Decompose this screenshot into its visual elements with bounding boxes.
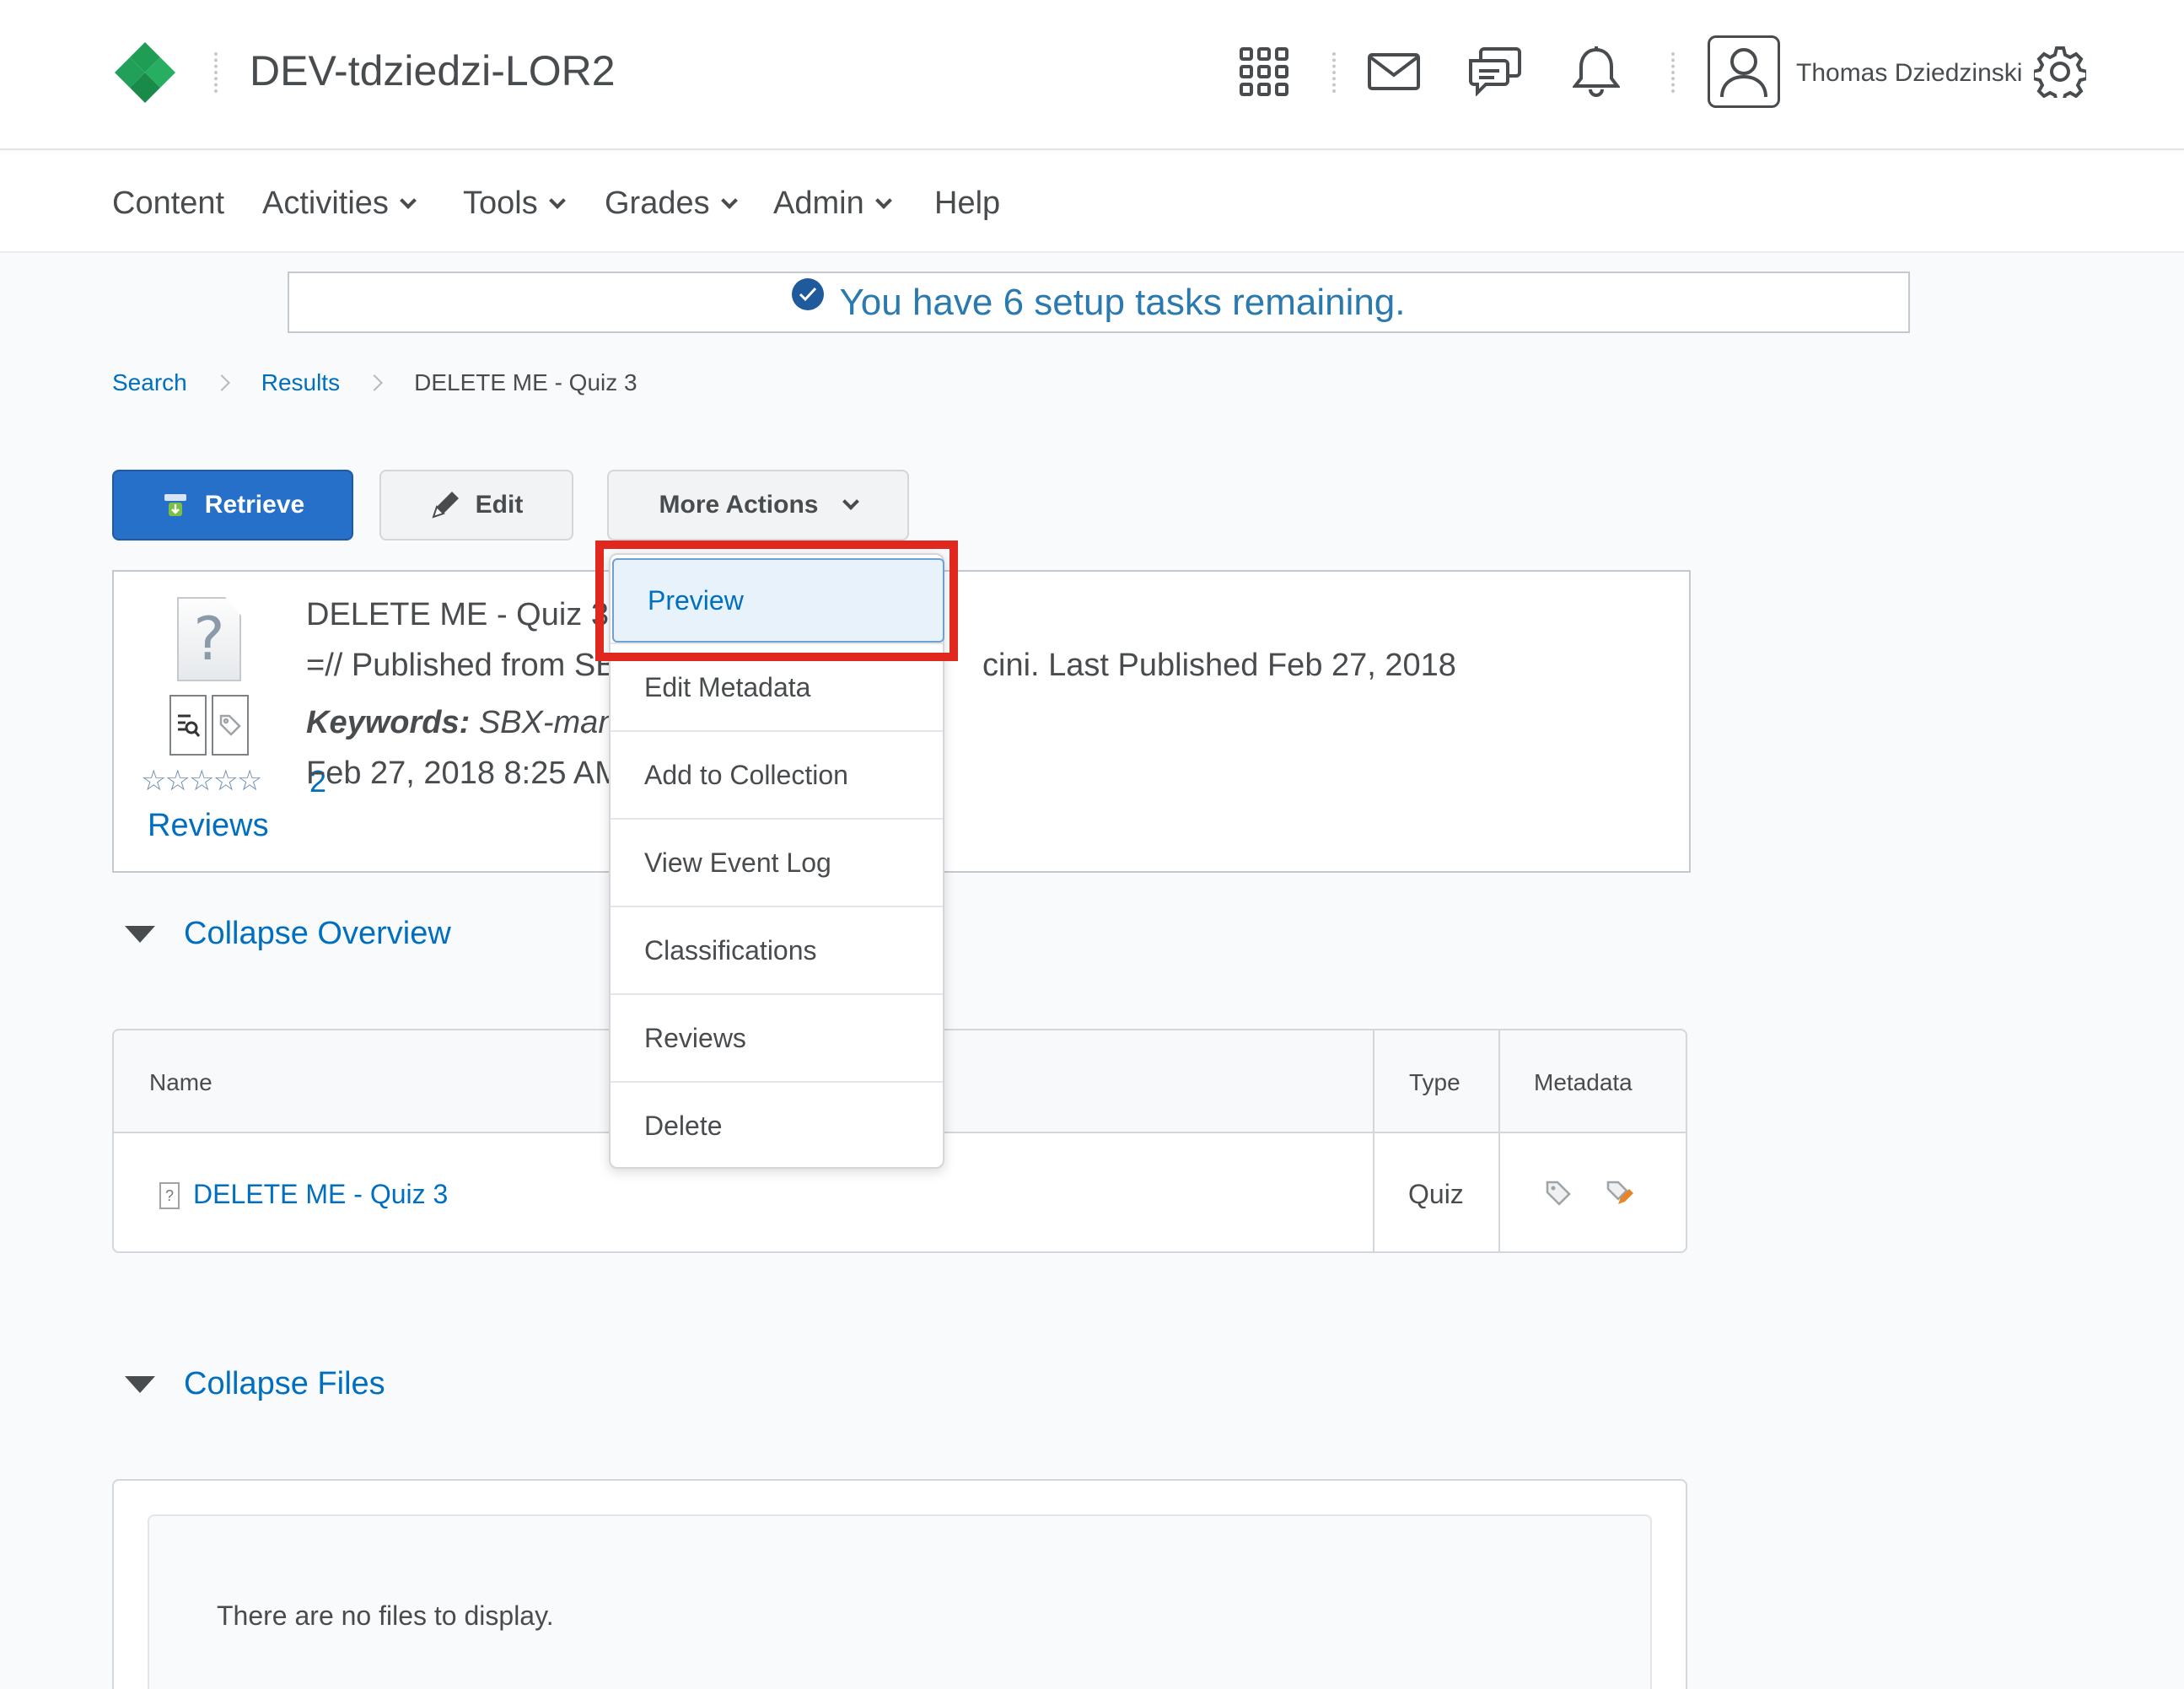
setup-tasks-text: You have 6 setup tasks remaining.: [839, 281, 1406, 323]
chevron-down-icon: [874, 191, 892, 209]
column-name: Name: [149, 1069, 212, 1095]
collapse-files-label: Collapse Files: [184, 1366, 385, 1401]
setup-tasks-banner[interactable]: You have 6 setup tasks remaining.: [288, 272, 1910, 333]
column-metadata: Metadata: [1534, 1069, 1633, 1095]
column-type: Type: [1409, 1069, 1460, 1095]
nav-grades-label: Grades: [605, 186, 710, 221]
preview-highlight-annotation: [595, 541, 958, 661]
nav-activities-label: Activities: [262, 186, 389, 221]
keywords-value: SBX-manc: [470, 705, 632, 740]
menu-item-reviews[interactable]: Reviews: [611, 993, 943, 1081]
breadcrumb-search[interactable]: Search: [112, 369, 187, 396]
collapse-overview-label: Collapse Overview: [184, 916, 451, 951]
object-description: =// Published from SB: [306, 648, 617, 683]
reviews-link[interactable]: Reviews: [148, 808, 269, 844]
divider: [1671, 52, 1675, 93]
nav-grades[interactable]: Grades: [605, 186, 738, 222]
retrieve-icon: [164, 494, 186, 516]
preview-icon[interactable]: [169, 695, 207, 756]
quiz-file-icon: ?: [177, 597, 241, 681]
chevron-down-icon: [400, 191, 417, 209]
no-files-message: There are no files to display.: [217, 1600, 554, 1631]
breadcrumb-results[interactable]: Results: [261, 369, 340, 396]
checklist-icon: [792, 277, 825, 310]
breadcrumb-chevron-icon: [366, 374, 383, 391]
chevron-down-icon: [720, 191, 738, 209]
gear-icon[interactable]: [2031, 42, 2090, 101]
menu-item-view-event-log[interactable]: View Event Log: [611, 818, 943, 906]
edit-button[interactable]: Edit: [379, 470, 573, 541]
nav-tools-label: Tools: [463, 186, 538, 221]
menu-item-delete[interactable]: Delete: [611, 1081, 943, 1169]
keywords-label: Keywords:: [306, 705, 471, 740]
pencil-icon: [432, 492, 459, 519]
breadcrumb: Search Results DELETE ME - Quiz 3: [112, 369, 637, 396]
files-list: There are no files to display.: [148, 1514, 1652, 1689]
retrieve-label: Retrieve: [204, 491, 305, 519]
org-title[interactable]: DEV-tdziedzi-LOR2: [250, 46, 616, 95]
rating-stars: ☆☆☆☆☆: [141, 765, 262, 797]
nav-admin[interactable]: Admin: [773, 186, 892, 222]
nav-content-label: Content: [112, 186, 225, 221]
retrieve-button[interactable]: Retrieve: [112, 470, 353, 541]
tag-icon[interactable]: [1544, 1179, 1573, 1208]
quiz-file-icon: ?: [159, 1182, 180, 1209]
edit-tag-icon[interactable]: [1605, 1179, 1635, 1208]
bell-icon[interactable]: [1567, 42, 1626, 101]
nav-admin-label: Admin: [773, 186, 864, 221]
edit-label: Edit: [475, 491, 524, 519]
nav-help[interactable]: Help: [934, 186, 1000, 222]
nav-tools[interactable]: Tools: [463, 186, 566, 222]
menu-item-add-to-collection[interactable]: Add to Collection: [611, 730, 943, 818]
collapse-overview-toggle[interactable]: Collapse Overview: [125, 916, 451, 952]
row-type: Quiz: [1408, 1179, 1464, 1209]
breadcrumb-chevron-icon: [212, 374, 230, 391]
top-header: DEV-tdziedzi-LOR2 Thomas Dziedzinski: [0, 0, 2184, 150]
course-navbar: Content Activities Tools Grades Admin He…: [0, 152, 2184, 253]
breadcrumb-current: DELETE ME - Quiz 3: [414, 369, 637, 395]
row-name-link[interactable]: DELETE ME - Quiz 3: [193, 1179, 448, 1210]
nav-help-label: Help: [934, 186, 1001, 221]
more-actions-label: More Actions: [659, 491, 819, 519]
object-title: DELETE ME - Quiz 3: [306, 597, 609, 632]
object-description-end: cini. Last Published Feb 27, 2018: [982, 648, 1456, 683]
more-actions-button[interactable]: More Actions: [607, 470, 909, 541]
mail-icon[interactable]: [1364, 42, 1423, 101]
org-logo-icon[interactable]: [113, 40, 177, 105]
waffle-icon[interactable]: [1235, 42, 1294, 101]
nav-content[interactable]: Content: [112, 186, 224, 222]
caret-down-icon: [125, 925, 155, 943]
column-divider: [1373, 1030, 1374, 1251]
chevron-down-icon: [842, 493, 860, 510]
user-name[interactable]: Thomas Dziedzinski: [1796, 59, 2022, 88]
chat-icon[interactable]: [1466, 42, 1525, 101]
files-panel: There are no files to display.: [112, 1479, 1687, 1689]
user-avatar-icon[interactable]: [1708, 35, 1780, 108]
collapse-files-toggle[interactable]: Collapse Files: [125, 1366, 385, 1402]
caret-down-icon: [125, 1375, 155, 1393]
chevron-down-icon: [548, 191, 566, 209]
divider: [1332, 52, 1336, 93]
tag-icon[interactable]: [212, 695, 249, 756]
column-divider: [1498, 1030, 1500, 1251]
menu-item-classifications[interactable]: Classifications: [611, 906, 943, 993]
object-keywords: Keywords: SBX-manc: [306, 705, 632, 741]
nav-activities[interactable]: Activities: [262, 186, 417, 222]
divider: [214, 52, 218, 93]
object-date: Feb 27, 2018 8:25 AM: [306, 756, 621, 791]
